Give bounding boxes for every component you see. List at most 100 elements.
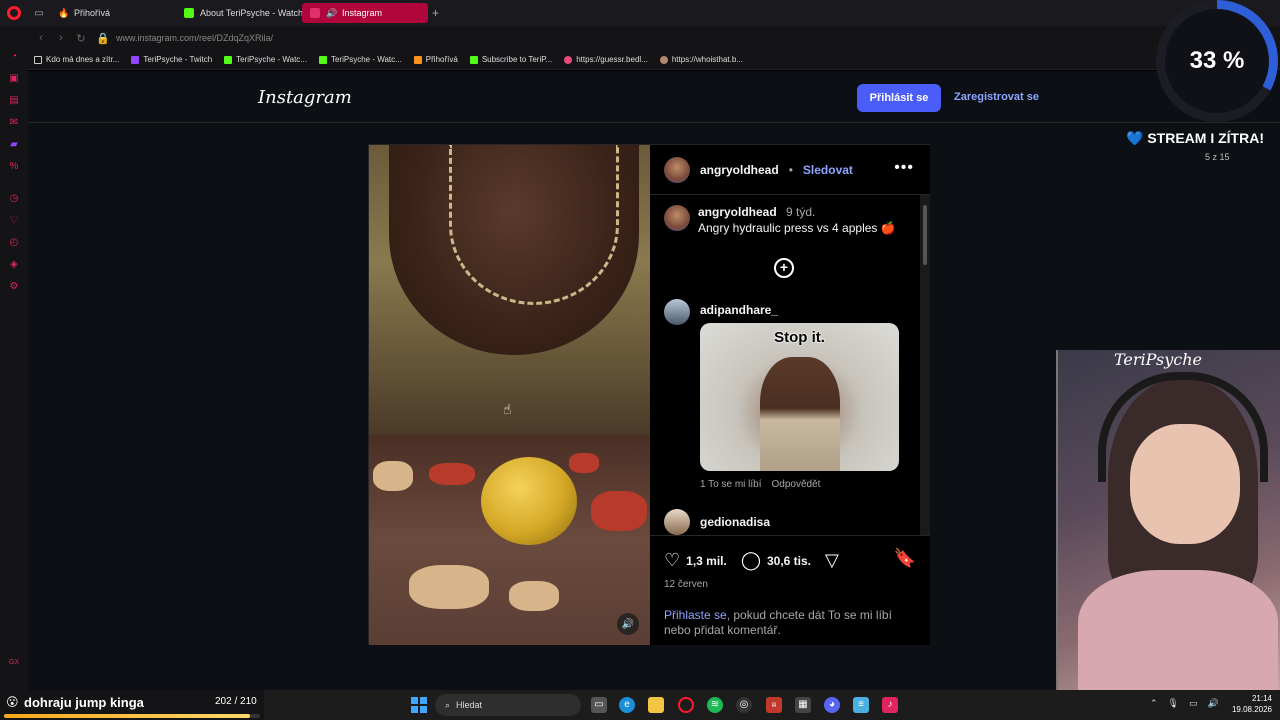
caption-time: 9 týd. bbox=[786, 205, 816, 219]
avatar[interactable] bbox=[664, 509, 690, 535]
avatar[interactable] bbox=[664, 299, 690, 325]
comment-likes[interactable]: 1 To se mi líbí bbox=[700, 479, 762, 490]
follow-button[interactable]: Sledovat bbox=[803, 163, 853, 177]
bookmark-item[interactable]: https://guessr.bedl... bbox=[564, 55, 648, 64]
browser-sidebar: ◔ ▣ ▤ ✉ ▰ % ◷ ♡ ◴ ◈ ⚙ GX bbox=[0, 26, 28, 690]
discord-icon[interactable]: ◕ bbox=[824, 697, 840, 713]
opera-logo-icon[interactable] bbox=[0, 0, 28, 26]
reload-icon[interactable]: ↻ bbox=[76, 32, 86, 45]
bookmark-label: TeriPsyche - Twitch bbox=[143, 55, 213, 64]
reply-button[interactable]: Odpovědět bbox=[772, 479, 821, 490]
bookmark-item[interactable]: Subscribe to TeriP... bbox=[469, 55, 552, 64]
post-caption: angryoldhead 9 týd. Angry hydraulic pres… bbox=[664, 205, 914, 235]
tab-prihoriva[interactable]: 🔥 Přihořívá bbox=[50, 3, 176, 23]
plus-circle-icon[interactable]: + bbox=[774, 258, 794, 278]
bookmark-label: https://guessr.bedl... bbox=[576, 55, 648, 64]
stream-app-icon[interactable]: ◎ bbox=[736, 697, 752, 713]
search-icon: ⌕ bbox=[445, 699, 451, 710]
bookmark-item[interactable]: Kdo má dnes a zítr... bbox=[34, 55, 119, 64]
bookmark-label: TeriPsyche - Watc... bbox=[330, 55, 402, 64]
caption-text: Angry hydraulic press vs 4 apples 🍎 bbox=[698, 221, 896, 235]
comments-scrollbar[interactable] bbox=[920, 195, 930, 535]
volume-icon[interactable]: 🔊 bbox=[1208, 698, 1219, 709]
avatar[interactable] bbox=[664, 205, 690, 231]
comment-author[interactable]: adipandhare_ bbox=[700, 303, 778, 317]
taskbar-search[interactable]: ⌕ Hledat bbox=[435, 694, 581, 716]
post-header: angryoldhead • Sledovat ••• bbox=[650, 145, 930, 195]
video-apple bbox=[481, 457, 577, 545]
login-link[interactable]: Přihlaste se bbox=[664, 608, 727, 622]
new-tab-button[interactable]: + bbox=[432, 6, 439, 20]
clock-icon[interactable]: ◷ bbox=[7, 192, 21, 206]
heart-icon[interactable]: ♡ bbox=[7, 214, 21, 228]
edge-icon[interactable]: e bbox=[619, 697, 635, 713]
bookmark-item[interactable]: https://whoisthat.b... bbox=[659, 55, 743, 64]
extensions-icon[interactable]: ◈ bbox=[7, 258, 21, 272]
progress-ring: 33 % bbox=[1156, 0, 1278, 122]
post-actions: ♡ 1,3 mil. ◯ 30,6 tis. ▽ 🔖 12 červen Při… bbox=[650, 535, 930, 645]
register-link[interactable]: Zaregistrovat se bbox=[954, 91, 1039, 103]
network-icon[interactable]: ▭ bbox=[1189, 698, 1198, 709]
mail-icon[interactable]: ✉ bbox=[7, 116, 21, 130]
forward-icon[interactable]: › bbox=[56, 32, 66, 44]
avatar[interactable] bbox=[664, 156, 690, 183]
player-icon[interactable]: ▤ bbox=[7, 94, 21, 108]
caption-author[interactable]: angryoldhead bbox=[698, 205, 777, 219]
twitch-icon[interactable]: ▰ bbox=[7, 138, 21, 152]
reel-video[interactable]: ☝ 🔊 bbox=[369, 145, 650, 645]
history-icon[interactable]: ◴ bbox=[7, 236, 21, 250]
bookmark-item[interactable]: TeriPsyche - Twitch bbox=[131, 55, 212, 64]
bag-icon[interactable]: ▣ bbox=[7, 72, 21, 86]
login-button[interactable]: Přihlásit se bbox=[857, 84, 941, 112]
back-icon[interactable]: ‹ bbox=[36, 32, 46, 44]
spotify-icon[interactable]: ≋ bbox=[707, 697, 723, 713]
bookmark-label: Přihořívá bbox=[425, 55, 458, 64]
webcam-shirt bbox=[1078, 570, 1278, 694]
url-field[interactable]: www.instagram.com/reel/DZdqZqXRila/ bbox=[116, 33, 273, 43]
comment: gedionadisa bbox=[664, 509, 914, 535]
notepad-icon[interactable]: ≡ bbox=[853, 697, 869, 713]
tab-label: About TeriPsyche - Watch bbox=[200, 8, 302, 18]
app-icon[interactable]: ▤ bbox=[766, 697, 782, 713]
scroll-thumb[interactable] bbox=[923, 205, 927, 265]
tab-instagram[interactable]: 🔊 Instagram bbox=[302, 3, 428, 23]
post-side-panel: angryoldhead • Sledovat ••• angryoldhead… bbox=[650, 145, 930, 645]
settings-icon[interactable]: ⚙ bbox=[7, 280, 21, 294]
microphone-icon[interactable]: 🎙 bbox=[1168, 698, 1179, 709]
bookmark-item[interactable]: TeriPsyche - Watc... bbox=[318, 55, 402, 64]
windows-start-icon[interactable] bbox=[411, 697, 427, 713]
more-options-icon[interactable]: ••• bbox=[894, 159, 914, 177]
opera-gx-icon[interactable] bbox=[678, 697, 694, 713]
percent-icon[interactable]: % bbox=[7, 160, 21, 174]
game-icon[interactable]: ▦ bbox=[795, 697, 811, 713]
task-view-icon[interactable]: ▭ bbox=[591, 697, 607, 713]
tiktok-icon[interactable]: ♪ bbox=[882, 697, 898, 713]
bookmark-icon[interactable]: 🔖 bbox=[894, 548, 916, 569]
history-icon[interactable]: ◔ bbox=[7, 50, 21, 64]
progress-ring-inner: 33 % bbox=[1165, 9, 1269, 113]
comment-icon[interactable]: ◯ bbox=[741, 550, 761, 571]
comment-author[interactable]: gedionadisa bbox=[700, 515, 770, 529]
stream-count: 5 z 15 bbox=[1205, 152, 1230, 162]
taskbar-clock[interactable]: 21:14 19.08.2026 bbox=[1226, 693, 1272, 715]
bookmark-label: https://whoisthat.b... bbox=[671, 55, 743, 64]
bookmark-item[interactable]: Přihořívá bbox=[413, 55, 458, 64]
volume-icon[interactable]: 🔊 bbox=[617, 613, 639, 635]
gif-person bbox=[760, 357, 840, 471]
fire-icon: 🔥 bbox=[58, 8, 70, 18]
share-icon[interactable]: ▽ bbox=[825, 550, 839, 571]
bookmark-item[interactable]: TeriPsyche - Watc... bbox=[224, 55, 307, 64]
instagram-logo[interactable]: Instagram bbox=[258, 87, 352, 108]
reel-post: ☝ 🔊 angryoldhead • Sledovat ••• angryold… bbox=[368, 144, 930, 645]
folder-icon[interactable] bbox=[648, 697, 664, 713]
tab-label: Přihořívá bbox=[74, 8, 111, 18]
tab-overview-icon[interactable]: ▭ bbox=[28, 0, 50, 26]
speaker-icon[interactable]: 🔊 bbox=[326, 8, 337, 18]
post-author[interactable]: angryoldhead bbox=[700, 163, 779, 177]
heart-icon[interactable]: ♡ bbox=[664, 550, 680, 571]
comments-section[interactable]: angryoldhead 9 týd. Angry hydraulic pres… bbox=[650, 195, 930, 535]
apple-scrap bbox=[429, 463, 475, 485]
tab-about-teripsyche[interactable]: About TeriPsyche - Watch bbox=[176, 3, 302, 23]
chevron-up-icon[interactable]: ⌃ bbox=[1150, 698, 1158, 709]
webcam-overlay: TeriPsyche bbox=[1056, 350, 1280, 694]
